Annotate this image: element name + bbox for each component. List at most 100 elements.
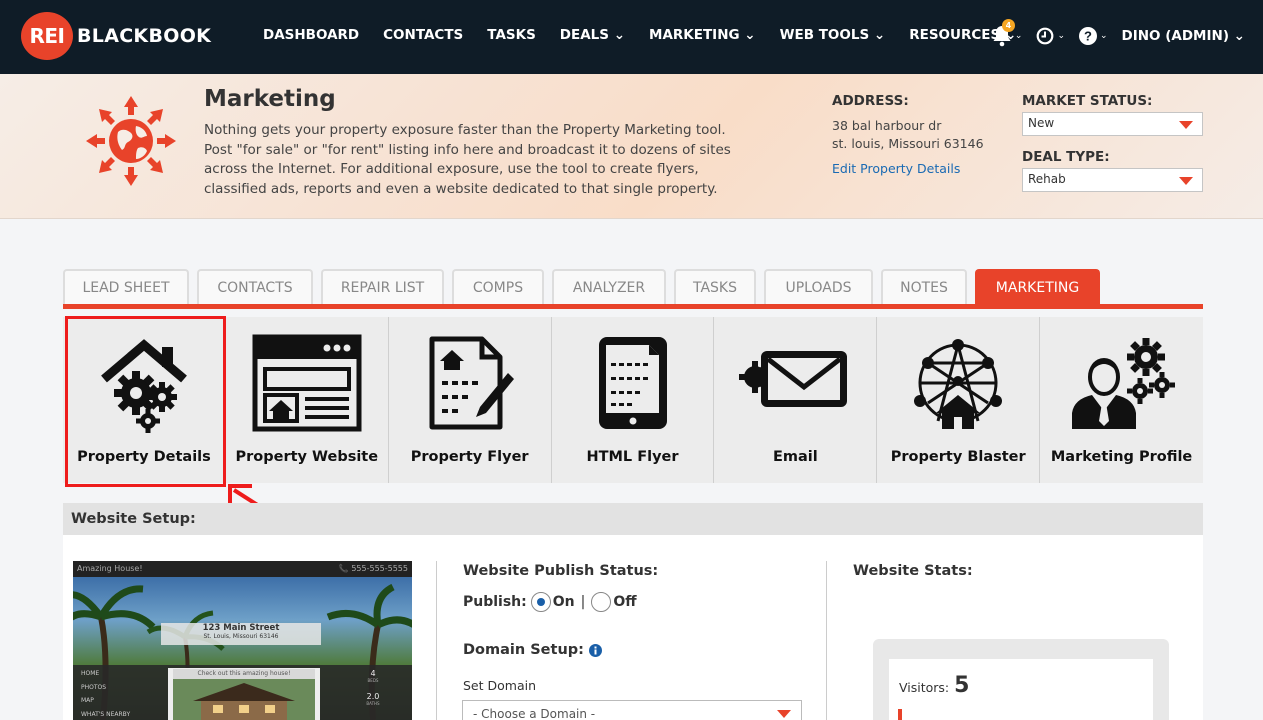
marketing-header: Marketing Nothing gets your property exp… bbox=[0, 74, 1263, 219]
tool-property-website[interactable]: Property Website bbox=[225, 317, 389, 483]
column-divider bbox=[826, 561, 827, 720]
website-stats-title: Website Stats: bbox=[853, 563, 973, 579]
nav-marketing[interactable]: MARKETING ⌄ bbox=[649, 27, 756, 43]
tab-tasks[interactable]: TASKS bbox=[674, 269, 756, 304]
notifications-button[interactable]: 4 ⌄ bbox=[992, 19, 1023, 47]
broadcast-globe-icon bbox=[86, 96, 176, 186]
address-line-1: 38 bal harbour dr bbox=[832, 118, 942, 133]
tab-contacts[interactable]: CONTACTS bbox=[197, 269, 313, 304]
property-tabs: LEAD SHEET CONTACTS REPAIR LIST COMPS AN… bbox=[63, 269, 1108, 304]
tab-underline bbox=[63, 304, 1203, 309]
publish-off-label: Off bbox=[613, 594, 637, 610]
market-status-value: New bbox=[1028, 116, 1055, 130]
website-stats-inner: Visitors: 5 bbox=[889, 659, 1153, 720]
visitors-bar bbox=[898, 709, 902, 720]
dropdown-arrow-icon bbox=[1179, 121, 1193, 129]
dropdown-arrow-icon bbox=[1179, 177, 1193, 185]
domain-select-value: - Choose a Domain - bbox=[473, 707, 596, 720]
chevron-down-icon: ⌄ bbox=[1057, 31, 1065, 41]
tab-lead-sheet[interactable]: LEAD SHEET bbox=[63, 269, 189, 304]
tool-label: Email bbox=[772, 449, 818, 465]
publish-on-radio[interactable] bbox=[530, 592, 551, 612]
website-icon bbox=[252, 334, 362, 432]
clock-icon bbox=[1037, 27, 1054, 45]
website-setup-header: Website Setup: bbox=[63, 503, 1203, 535]
nav-web-tools[interactable]: WEB TOOLS ⌄ bbox=[780, 27, 886, 43]
logo[interactable]: REI BLACKBOOK bbox=[21, 12, 211, 60]
website-stats-card: Visitors: 5 bbox=[873, 639, 1169, 720]
house-gears-icon bbox=[101, 339, 187, 433]
page-description: Nothing gets your property exposure fast… bbox=[204, 122, 731, 197]
nav-contacts[interactable]: CONTACTS bbox=[383, 27, 463, 43]
deal-type-value: Rehab bbox=[1028, 172, 1066, 186]
publish-label: Publish: bbox=[463, 594, 527, 610]
user-menu[interactable]: DINO (ADMIN) ⌄ bbox=[1122, 28, 1245, 44]
visitors-count: 5 bbox=[954, 673, 970, 698]
tab-notes[interactable]: NOTES bbox=[881, 269, 967, 304]
tab-repair-list[interactable]: REPAIR LIST bbox=[321, 269, 444, 304]
deal-type-select[interactable]: Rehab bbox=[1022, 168, 1203, 192]
nav-tasks[interactable]: TASKS bbox=[487, 27, 536, 43]
nav-deals[interactable]: DEALS ⌄ bbox=[560, 27, 625, 43]
preview-site-title: Amazing House! bbox=[77, 564, 143, 573]
publish-off-radio[interactable] bbox=[591, 592, 612, 612]
set-domain-label: Set Domain bbox=[463, 678, 537, 693]
edit-property-details-link[interactable]: Edit Property Details bbox=[832, 161, 960, 176]
tool-label: Property Website bbox=[235, 449, 379, 465]
network-house-icon bbox=[914, 339, 1003, 429]
preview-beds: 4 bbox=[370, 669, 376, 678]
envelope-icon bbox=[739, 351, 848, 407]
chevron-down-icon: ⌄ bbox=[1014, 31, 1023, 41]
website-preview[interactable]: Amazing House! 📞 555-555-5555 123 Main S… bbox=[73, 561, 412, 720]
preview-phone: 📞 555-555-5555 bbox=[338, 564, 408, 573]
tool-property-flyer[interactable]: Property Flyer bbox=[388, 317, 552, 483]
tool-email[interactable]: Email bbox=[714, 317, 878, 483]
help-button[interactable]: ? ⌄ bbox=[1078, 27, 1108, 45]
tablet-icon bbox=[598, 337, 667, 429]
top-navbar: REI BLACKBOOK DASHBOARD CONTACTS TASKS D… bbox=[0, 0, 1263, 74]
domain-setup-heading: Domain Setup: bbox=[463, 642, 602, 658]
svg-text:?: ? bbox=[1084, 29, 1092, 44]
preview-city: St. Louis, Missouri 63146 bbox=[203, 633, 279, 640]
tool-html-flyer[interactable]: HTML Flyer bbox=[551, 317, 715, 483]
market-status-select[interactable]: New bbox=[1022, 112, 1203, 136]
logo-text: BLACKBOOK bbox=[77, 25, 212, 47]
marketing-tools: Property Details Property Website Proper… bbox=[63, 317, 1204, 483]
publish-on-label: On bbox=[552, 594, 575, 610]
notification-badge: 4 bbox=[1001, 19, 1015, 32]
tab-comps[interactable]: COMPS bbox=[452, 269, 544, 304]
main-menu: DASHBOARD CONTACTS TASKS DEALS ⌄ MARKETI… bbox=[263, 27, 1040, 43]
tool-label: Marketing Profile bbox=[1050, 449, 1193, 465]
tab-uploads[interactable]: UPLOADS bbox=[764, 269, 873, 304]
tab-marketing[interactable]: MARKETING bbox=[975, 269, 1100, 304]
deal-type-label: DEAL TYPE: bbox=[1022, 149, 1110, 165]
tool-property-blaster[interactable]: Property Blaster bbox=[877, 317, 1041, 483]
flyer-icon bbox=[429, 336, 514, 430]
tab-analyzer[interactable]: ANALYZER bbox=[552, 269, 666, 304]
preview-street: 123 Main Street bbox=[202, 623, 280, 633]
tool-label: Property Flyer bbox=[410, 449, 529, 465]
tool-property-details[interactable]: Property Details bbox=[63, 317, 226, 483]
tool-label: HTML Flyer bbox=[586, 449, 679, 465]
preview-caption: Check out this amazing house! bbox=[173, 669, 315, 679]
info-icon[interactable] bbox=[588, 643, 602, 657]
chevron-down-icon: ⌄ bbox=[1099, 31, 1108, 41]
person-gears-icon bbox=[1071, 338, 1175, 429]
tool-marketing-profile[interactable]: Marketing Profile bbox=[1040, 317, 1204, 483]
preview-baths: 2.0 bbox=[366, 692, 380, 701]
tool-label: Property Details bbox=[77, 449, 211, 465]
preview-beds-label: BEDS bbox=[367, 678, 379, 683]
help-icon: ? bbox=[1078, 27, 1097, 45]
preview-menu-map: MAP bbox=[81, 697, 94, 704]
website-setup-panel: Amazing House! 📞 555-555-5555 123 Main S… bbox=[63, 535, 1203, 720]
dropdown-arrow-icon bbox=[777, 710, 791, 718]
history-button[interactable]: ⌄ bbox=[1036, 27, 1065, 45]
radio-separator: | bbox=[580, 594, 586, 610]
publish-status-title: Website Publish Status: bbox=[463, 563, 659, 579]
visitors-label: Visitors: bbox=[899, 680, 950, 695]
nav-dashboard[interactable]: DASHBOARD bbox=[263, 27, 359, 43]
domain-select[interactable]: - Choose a Domain - bbox=[462, 700, 802, 720]
logo-badge: REI bbox=[21, 12, 73, 60]
address-label: ADDRESS: bbox=[832, 93, 909, 109]
page-title: Marketing bbox=[204, 86, 336, 112]
